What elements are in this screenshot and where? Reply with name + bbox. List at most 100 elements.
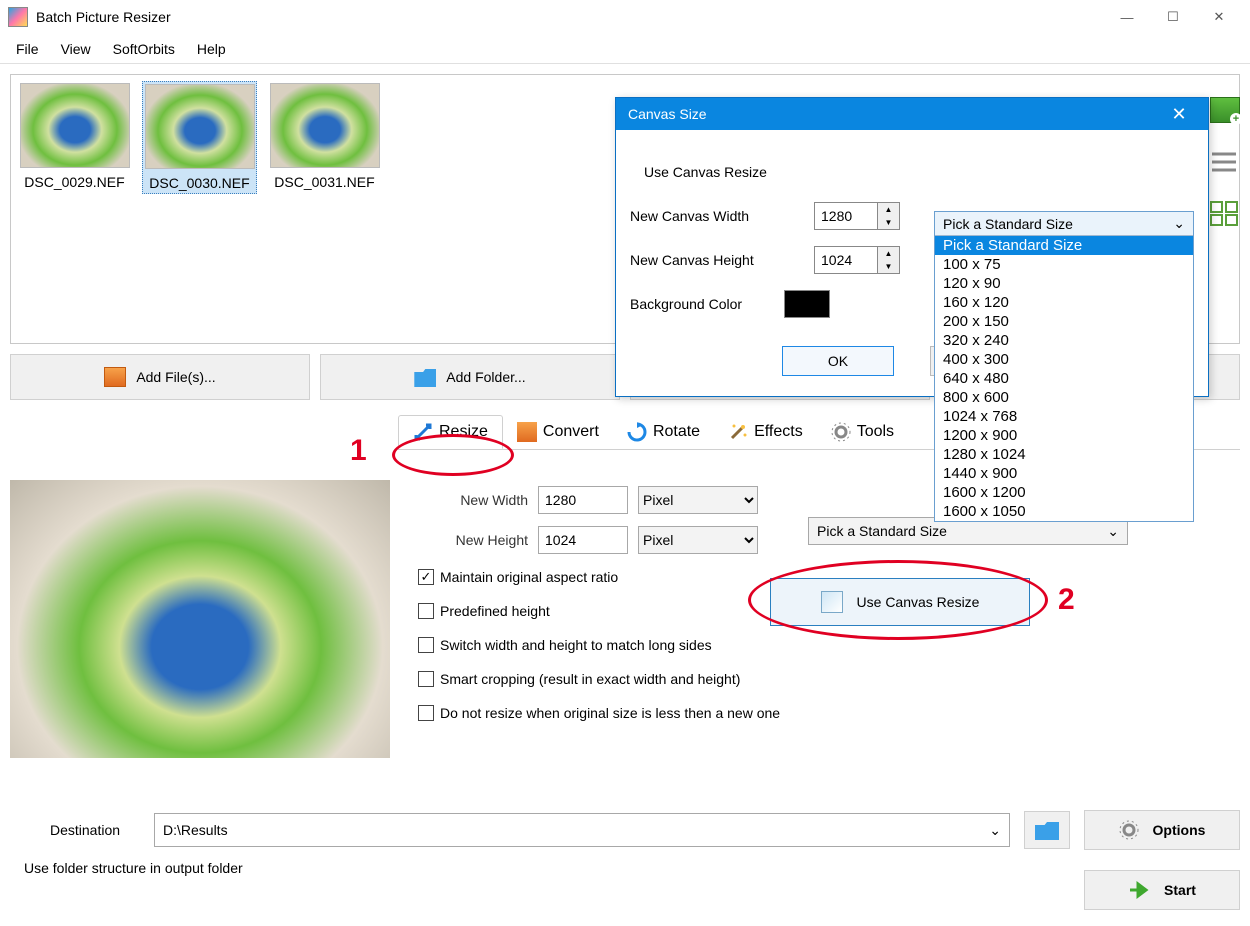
spin-up-icon[interactable]: ▲ bbox=[878, 203, 899, 216]
annotation-1: 1 bbox=[350, 434, 367, 468]
dropdown-item[interactable]: Pick a Standard Size bbox=[935, 236, 1193, 255]
grid-icon[interactable] bbox=[1210, 201, 1240, 227]
menu-help[interactable]: Help bbox=[187, 37, 236, 61]
add-picture-icon[interactable]: + bbox=[1210, 97, 1240, 123]
close-button[interactable]: ✕ bbox=[1196, 2, 1242, 32]
smart-cropping-label: Smart cropping (result in exact width an… bbox=[440, 671, 740, 687]
destination-input[interactable]: D:\Results ⌄ bbox=[154, 813, 1010, 847]
gear-icon bbox=[1119, 820, 1139, 840]
start-button[interactable]: Start bbox=[1084, 870, 1240, 910]
bg-color-swatch[interactable] bbox=[784, 290, 830, 318]
thumbnail-item[interactable]: DSC_0030.NEF bbox=[142, 81, 257, 194]
dialog-title: Canvas Size bbox=[628, 106, 707, 122]
add-files-button[interactable]: Add File(s)... bbox=[10, 354, 310, 400]
dropdown-item[interactable]: 1600 x 1050 bbox=[935, 502, 1193, 521]
tab-effects[interactable]: Effects bbox=[714, 416, 817, 448]
dialog-ok-button[interactable]: OK bbox=[782, 346, 894, 376]
switch-wh-checkbox[interactable]: Switch width and height to match long si… bbox=[418, 628, 1238, 662]
dropdown-item[interactable]: 200 x 150 bbox=[935, 312, 1193, 331]
folder-icon bbox=[414, 367, 436, 387]
dropdown-item[interactable]: 160 x 120 bbox=[935, 293, 1193, 312]
dropdown-item[interactable]: 100 x 75 bbox=[935, 255, 1193, 274]
no-resize-smaller-label: Do not resize when original size is less… bbox=[440, 705, 780, 721]
window-title: Batch Picture Resizer bbox=[36, 9, 1104, 25]
thumbnail-image bbox=[20, 83, 130, 168]
thumbnail-item[interactable]: DSC_0029.NEF bbox=[17, 81, 132, 192]
use-canvas-resize-checkbox-label: Use Canvas Resize bbox=[644, 164, 767, 180]
checkbox-icon bbox=[418, 569, 434, 585]
tab-resize[interactable]: Resize bbox=[398, 415, 503, 449]
thumbnail-item[interactable]: DSC_0031.NEF bbox=[267, 81, 382, 192]
effects-icon bbox=[728, 422, 748, 442]
menu-file[interactable]: File bbox=[6, 37, 49, 61]
dialog-close-button[interactable]: ✕ bbox=[1162, 104, 1196, 125]
dropdown-item[interactable]: 1200 x 900 bbox=[935, 426, 1193, 445]
canvas-height-input[interactable] bbox=[815, 247, 877, 273]
dropdown-item[interactable]: 1024 x 768 bbox=[935, 407, 1193, 426]
spin-up-icon[interactable]: ▲ bbox=[878, 247, 899, 260]
side-toolbar: + bbox=[1210, 97, 1240, 227]
bg-color-label: Background Color bbox=[630, 296, 770, 312]
arrow-right-icon bbox=[1128, 881, 1150, 899]
canvas-width-spinner[interactable]: ▲▼ bbox=[814, 202, 900, 230]
tab-rotate[interactable]: Rotate bbox=[613, 416, 714, 448]
switch-wh-label: Switch width and height to match long si… bbox=[440, 637, 712, 653]
add-folder-button[interactable]: Add Folder... bbox=[320, 354, 620, 400]
thumbnail-image bbox=[145, 84, 255, 169]
dropdown-item[interactable]: 1280 x 1024 bbox=[935, 445, 1193, 464]
canvas-width-input[interactable] bbox=[815, 203, 877, 229]
tab-rotate-label: Rotate bbox=[653, 423, 700, 441]
canvas-height-spinner[interactable]: ▲▼ bbox=[814, 246, 900, 274]
spin-down-icon[interactable]: ▼ bbox=[878, 260, 899, 273]
dropdown-item[interactable]: 640 x 480 bbox=[935, 369, 1193, 388]
dropdown-item[interactable]: 320 x 240 bbox=[935, 331, 1193, 350]
predefined-height-label: Predefined height bbox=[440, 603, 550, 619]
use-canvas-resize-label: Use Canvas Resize bbox=[857, 594, 980, 610]
spin-down-icon[interactable]: ▼ bbox=[878, 216, 899, 229]
dropdown-item[interactable]: 120 x 90 bbox=[935, 274, 1193, 293]
maximize-button[interactable]: ☐ bbox=[1150, 2, 1196, 32]
options-label: Options bbox=[1153, 822, 1206, 838]
tab-convert[interactable]: Convert bbox=[503, 416, 613, 448]
menu-softorbits[interactable]: SoftOrbits bbox=[103, 37, 185, 61]
title-bar: Batch Picture Resizer — ☐ ✕ bbox=[0, 0, 1250, 34]
height-unit-select[interactable]: Pixel bbox=[638, 526, 758, 554]
menu-view[interactable]: View bbox=[51, 37, 101, 61]
smart-cropping-checkbox[interactable]: Smart cropping (result in exact width an… bbox=[418, 662, 1238, 696]
convert-icon bbox=[517, 422, 537, 442]
dropdown-item[interactable]: 400 x 300 bbox=[935, 350, 1193, 369]
options-button[interactable]: Options bbox=[1084, 810, 1240, 850]
canvas-icon bbox=[821, 591, 843, 613]
no-resize-smaller-checkbox[interactable]: Do not resize when original size is less… bbox=[418, 696, 1238, 730]
width-unit-select[interactable]: Pixel bbox=[638, 486, 758, 514]
start-label: Start bbox=[1164, 882, 1196, 898]
minimize-button[interactable]: — bbox=[1104, 2, 1150, 32]
thumbnail-caption: DSC_0030.NEF bbox=[149, 175, 249, 191]
tab-tools[interactable]: Tools bbox=[817, 416, 908, 448]
checkbox-icon bbox=[418, 637, 434, 653]
window-controls: — ☐ ✕ bbox=[1104, 2, 1242, 32]
dropdown-item[interactable]: 800 x 600 bbox=[935, 388, 1193, 407]
dialog-titlebar[interactable]: Canvas Size ✕ bbox=[616, 98, 1208, 130]
maintain-ratio-label: Maintain original aspect ratio bbox=[440, 569, 618, 585]
browse-folder-button[interactable] bbox=[1024, 811, 1070, 849]
use-canvas-resize-checkbox[interactable]: Use Canvas Resize bbox=[630, 150, 1194, 194]
dropdown-item[interactable]: 1440 x 900 bbox=[935, 464, 1193, 483]
dropdown-item[interactable]: 1600 x 1200 bbox=[935, 483, 1193, 502]
tab-effects-label: Effects bbox=[754, 423, 803, 441]
chevron-down-icon: ⌄ bbox=[989, 822, 1001, 839]
canvas-width-label: New Canvas Width bbox=[630, 208, 800, 224]
new-width-input[interactable] bbox=[538, 486, 628, 514]
picture-icon bbox=[104, 367, 126, 387]
image-preview bbox=[10, 480, 390, 758]
list-icon[interactable] bbox=[1210, 149, 1240, 175]
dropdown-header[interactable]: Pick a Standard Size ⌄ bbox=[935, 212, 1193, 236]
add-files-label: Add File(s)... bbox=[136, 369, 215, 385]
chevron-down-icon: ⌄ bbox=[1173, 215, 1185, 232]
use-folder-structure-label: Use folder structure in output folder bbox=[24, 860, 243, 876]
standard-size-dropdown: Pick a Standard Size ⌄ Pick a Standard S… bbox=[934, 211, 1194, 522]
use-canvas-resize-button[interactable]: Use Canvas Resize bbox=[770, 578, 1030, 626]
use-folder-structure-checkbox[interactable]: Use folder structure in output folder bbox=[18, 860, 243, 876]
standard-size-value: Pick a Standard Size bbox=[817, 523, 947, 539]
new-height-input[interactable] bbox=[538, 526, 628, 554]
